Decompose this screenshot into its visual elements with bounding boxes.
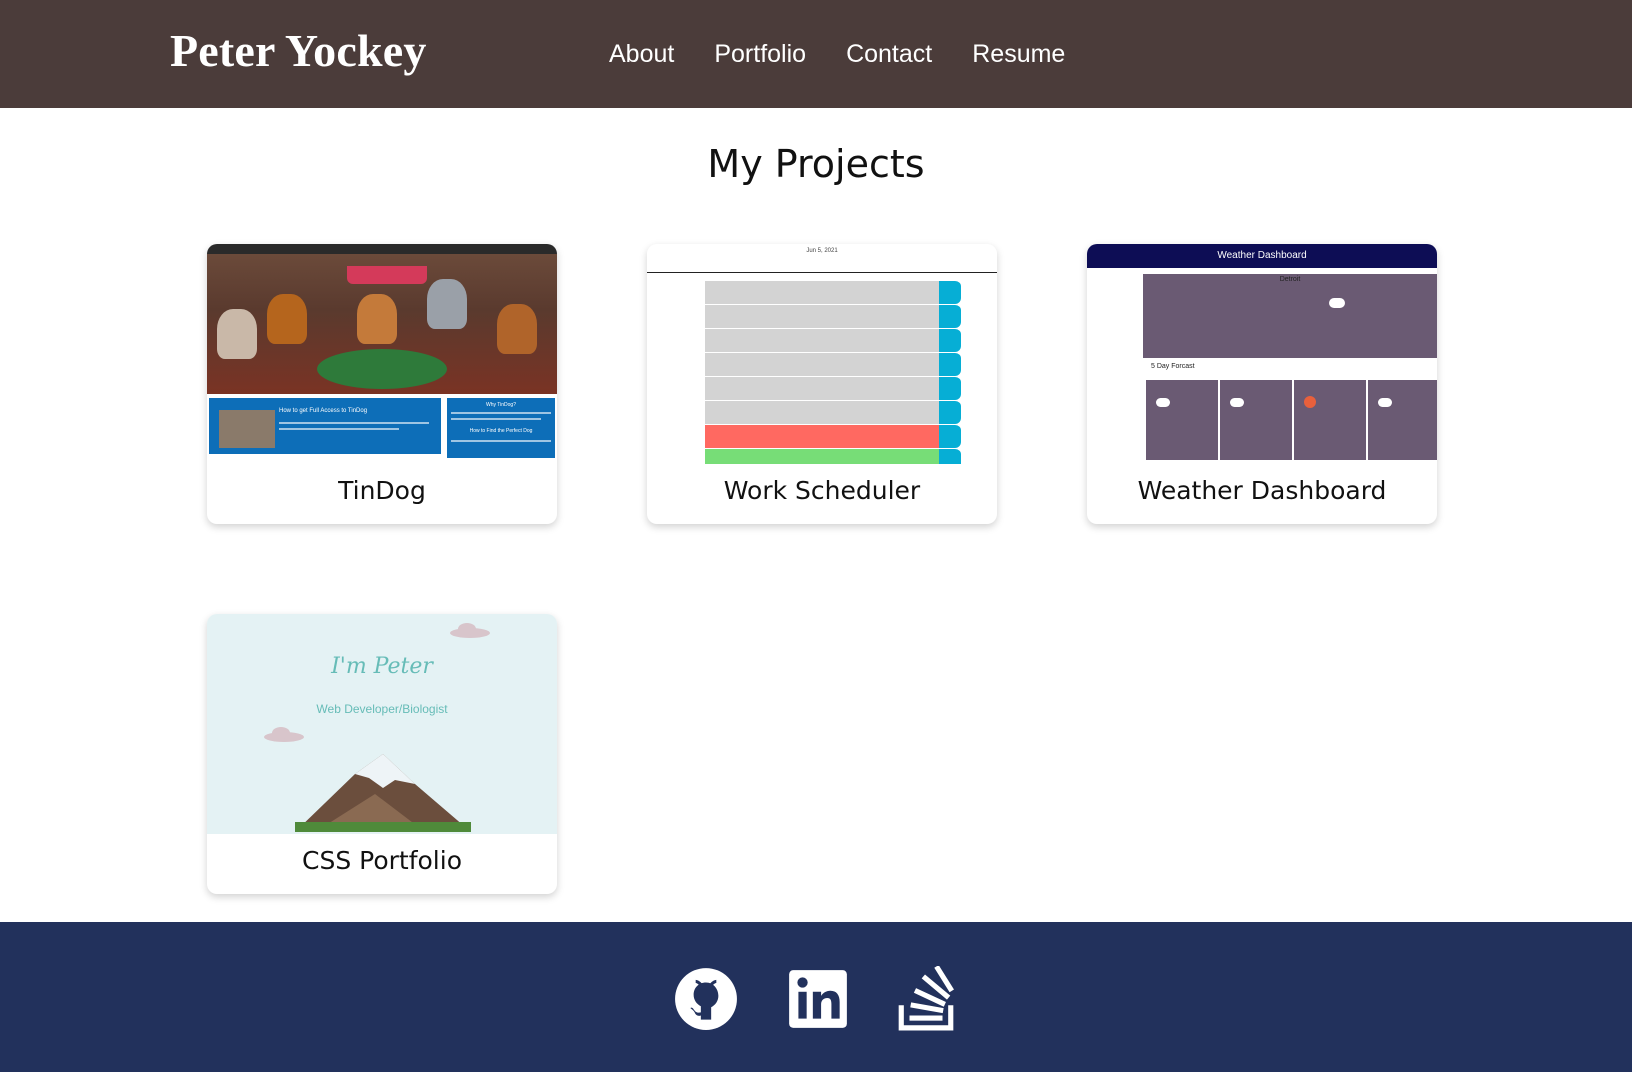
thumb-hour-row xyxy=(705,400,939,424)
thumb-text-line xyxy=(451,418,541,420)
thumb-forecast-label: 5 Day Forcast xyxy=(1151,363,1195,370)
project-card-weather-dashboard[interactable]: Weather Dashboard Detroit 5 Day Forcast … xyxy=(1087,244,1437,524)
project-title: CSS Portfolio xyxy=(302,846,462,875)
thumb-date: Jun 5, 2021 xyxy=(806,248,838,254)
thumb-hour-row xyxy=(705,304,939,328)
thumb-feature-block: Why TinDog? How to Find the Perfect Dog xyxy=(447,398,555,458)
cloud-icon xyxy=(450,623,490,638)
project-thumbnail: Jun 5, 2021 xyxy=(647,244,997,464)
thumb-header: Weather Dashboard xyxy=(1087,244,1437,268)
thumb-painting xyxy=(207,254,557,394)
thumb-hour-row-present xyxy=(705,424,939,448)
project-thumbnail: I'm Peter Web Developer/Biologist xyxy=(207,614,557,834)
thumb-dog xyxy=(357,294,397,344)
main-nav: About Portfolio Contact Resume xyxy=(609,36,1065,72)
thumb-forecast-day xyxy=(1368,380,1437,460)
thumb-text: Why TinDog? xyxy=(485,402,516,408)
stack-overflow-icon[interactable] xyxy=(893,966,959,1032)
nav-link-resume[interactable]: Resume xyxy=(972,36,1065,72)
thumb-text-line xyxy=(279,428,399,430)
site-brand[interactable]: Peter Yockey xyxy=(170,24,427,77)
thumb-dog xyxy=(427,279,467,329)
thumb-text-line xyxy=(451,440,551,442)
thumb-dog xyxy=(217,309,257,359)
thumb-save-icon xyxy=(939,280,961,304)
cloud-icon xyxy=(1230,398,1244,407)
project-title: TinDog xyxy=(338,476,426,505)
thumb-save-icon xyxy=(939,304,961,328)
project-thumbnail: How to get Full Access to TinDog Why Tin… xyxy=(207,244,557,464)
project-title: Work Scheduler xyxy=(723,476,921,505)
thumb-dog xyxy=(267,294,307,344)
thumb-poker-table xyxy=(317,349,447,389)
cloud-icon xyxy=(1329,298,1345,308)
thumb-forecast-day xyxy=(1294,380,1366,460)
project-card-work-scheduler[interactable]: Jun 5, 2021 Work Scheduler xyxy=(647,244,997,524)
project-title: Weather Dashboard xyxy=(1137,476,1387,505)
thumb-name: I'm Peter xyxy=(331,654,433,679)
thumb-divider xyxy=(647,272,997,273)
thumb-hour-row xyxy=(705,280,939,304)
page-title: My Projects xyxy=(707,142,925,186)
mountain-illustration xyxy=(295,754,471,832)
thumb-save-icon xyxy=(939,424,961,448)
nav-link-about[interactable]: About xyxy=(609,36,674,72)
thumb-forecast-day xyxy=(1146,380,1218,460)
thumb-features: How to get Full Access to TinDog Why Tin… xyxy=(207,394,557,464)
thumb-text-line xyxy=(279,422,429,424)
project-thumbnail: Weather Dashboard Detroit 5 Day Forcast xyxy=(1087,244,1437,464)
thumb-save-icon xyxy=(939,448,961,464)
thumb-lamp xyxy=(347,266,427,284)
thumb-save-icon xyxy=(939,376,961,400)
thumb-text-line xyxy=(451,412,551,414)
thumb-dog-photo xyxy=(219,410,275,448)
thumb-hour-row-future xyxy=(705,448,939,464)
thumb-save-icon xyxy=(939,400,961,424)
github-icon[interactable] xyxy=(673,966,739,1032)
thumb-hour-row xyxy=(705,376,939,400)
thumb-save-icon xyxy=(939,352,961,376)
cloud-icon xyxy=(1378,398,1392,407)
project-card-css-portfolio[interactable]: I'm Peter Web Developer/Biologist CSS Po… xyxy=(207,614,557,894)
sun-icon xyxy=(1304,396,1316,408)
thumb-hour-row xyxy=(705,352,939,376)
nav-link-contact[interactable]: Contact xyxy=(846,36,932,72)
site-header: Peter Yockey About Portfolio Contact Res… xyxy=(0,0,1632,108)
thumb-hour-row xyxy=(705,328,939,352)
thumb-city: Detroit xyxy=(1279,276,1301,283)
cloud-icon xyxy=(1156,398,1170,407)
nav-link-portfolio[interactable]: Portfolio xyxy=(714,36,806,72)
thumb-dog xyxy=(497,304,537,354)
thumb-top-bar xyxy=(207,244,557,254)
project-card-tindog[interactable]: How to get Full Access to TinDog Why Tin… xyxy=(207,244,557,524)
thumb-feature-block: How to get Full Access to TinDog xyxy=(209,398,441,454)
linkedin-icon[interactable] xyxy=(785,966,851,1032)
cloud-icon xyxy=(264,727,304,742)
site-footer xyxy=(0,922,1632,1072)
thumb-subtitle: Web Developer/Biologist xyxy=(316,702,448,716)
thumb-current-weather: Detroit xyxy=(1143,274,1437,358)
thumb-text: How to get Full Access to TinDog xyxy=(279,408,368,414)
thumb-save-icon xyxy=(939,328,961,352)
thumb-forecast-day xyxy=(1220,380,1292,460)
thumb-text: How to Find the Perfect Dog xyxy=(469,428,533,434)
